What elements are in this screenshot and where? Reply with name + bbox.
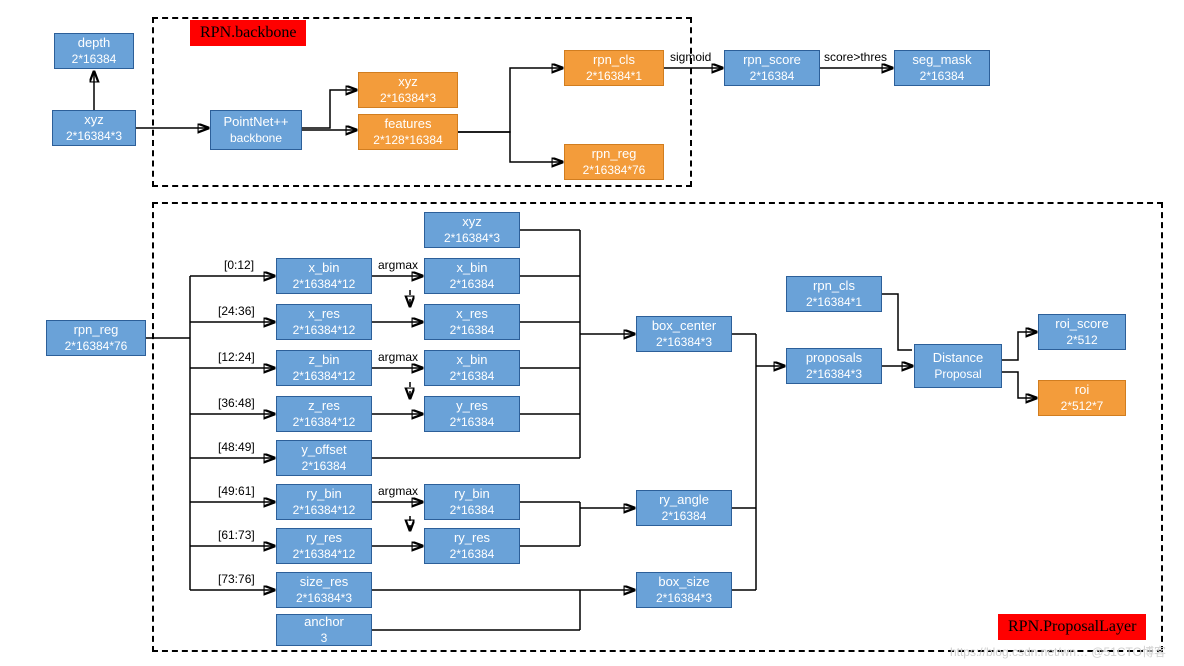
node-anchor: anchor 3 <box>276 614 372 646</box>
node-xyz-feat: xyz 2*16384*3 <box>358 72 458 108</box>
edge-label-argmax-2: argmax <box>378 350 418 364</box>
node-ry-angle: ry_angle 2*16384 <box>636 490 732 526</box>
node-x-bin-3: x_bin 2*16384 <box>424 350 520 386</box>
node-proposals: proposals 2*16384*3 <box>786 348 882 384</box>
node-rpn-cls-2: rpn_cls 2*16384*1 <box>786 276 882 312</box>
slice-2: [12:24] <box>218 350 255 364</box>
node-pointnet: PointNet++ backbone <box>210 110 302 150</box>
node-title: depth <box>78 35 111 51</box>
node-size-res: size_res 2*16384*3 <box>276 572 372 608</box>
node-box-center: box_center 2*16384*3 <box>636 316 732 352</box>
node-rpn-cls: rpn_cls 2*16384*1 <box>564 50 664 86</box>
edge-label-argmax-3: argmax <box>378 484 418 498</box>
edge-label-scorethres: score>thres <box>824 50 887 64</box>
node-xyz-input: xyz 2*16384*3 <box>52 110 136 146</box>
node-depth: depth 2*16384 <box>54 33 134 69</box>
watermark: https://blog.csdn.net/wn… @51CTO博客 <box>950 643 1166 660</box>
node-rpn-reg: rpn_reg 2*16384*76 <box>564 144 664 180</box>
node-distance-proposal: Distance Proposal <box>914 344 1002 388</box>
node-rpn-score: rpn_score 2*16384 <box>724 50 820 86</box>
node-xyz2: xyz 2*16384*3 <box>424 212 520 248</box>
node-y-res: y_res 2*16384 <box>424 396 520 432</box>
node-ry-res-2: ry_res 2*16384 <box>424 528 520 564</box>
node-x-res: x_res 2*16384*12 <box>276 304 372 340</box>
node-seg-mask: seg_mask 2*16384 <box>894 50 990 86</box>
node-rpn-reg-in: rpn_reg 2*16384*76 <box>46 320 146 356</box>
slice-7: [73:76] <box>218 572 255 586</box>
node-ry-bin: ry_bin 2*16384*12 <box>276 484 372 520</box>
node-x-res-2: x_res 2*16384 <box>424 304 520 340</box>
node-roi-score: roi_score 2*512 <box>1038 314 1126 350</box>
edge-label-argmax-1: argmax <box>378 258 418 272</box>
node-x-bin: x_bin 2*16384*12 <box>276 258 372 294</box>
edge-label-sigmoid: sigmoid <box>670 50 711 64</box>
label-proposal-layer: RPN.ProposalLayer <box>998 614 1146 640</box>
label-backbone: RPN.backbone <box>190 20 306 46</box>
node-roi: roi 2*512*7 <box>1038 380 1126 416</box>
slice-1: [24:36] <box>218 304 255 318</box>
node-features: features 2*128*16384 <box>358 114 458 150</box>
node-shape: 2*16384 <box>72 52 117 67</box>
node-z-bin: z_bin 2*16384*12 <box>276 350 372 386</box>
slice-3: [36:48] <box>218 396 255 410</box>
node-y-offset: y_offset 2*16384 <box>276 440 372 476</box>
slice-4: [48:49] <box>218 440 255 454</box>
slice-6: [61:73] <box>218 528 255 542</box>
node-box-size: box_size 2*16384*3 <box>636 572 732 608</box>
node-x-bin-2: x_bin 2*16384 <box>424 258 520 294</box>
node-ry-res: ry_res 2*16384*12 <box>276 528 372 564</box>
node-z-res: z_res 2*16384*12 <box>276 396 372 432</box>
slice-5: [49:61] <box>218 484 255 498</box>
slice-0: [0:12] <box>224 258 254 272</box>
node-ry-bin-2: ry_bin 2*16384 <box>424 484 520 520</box>
